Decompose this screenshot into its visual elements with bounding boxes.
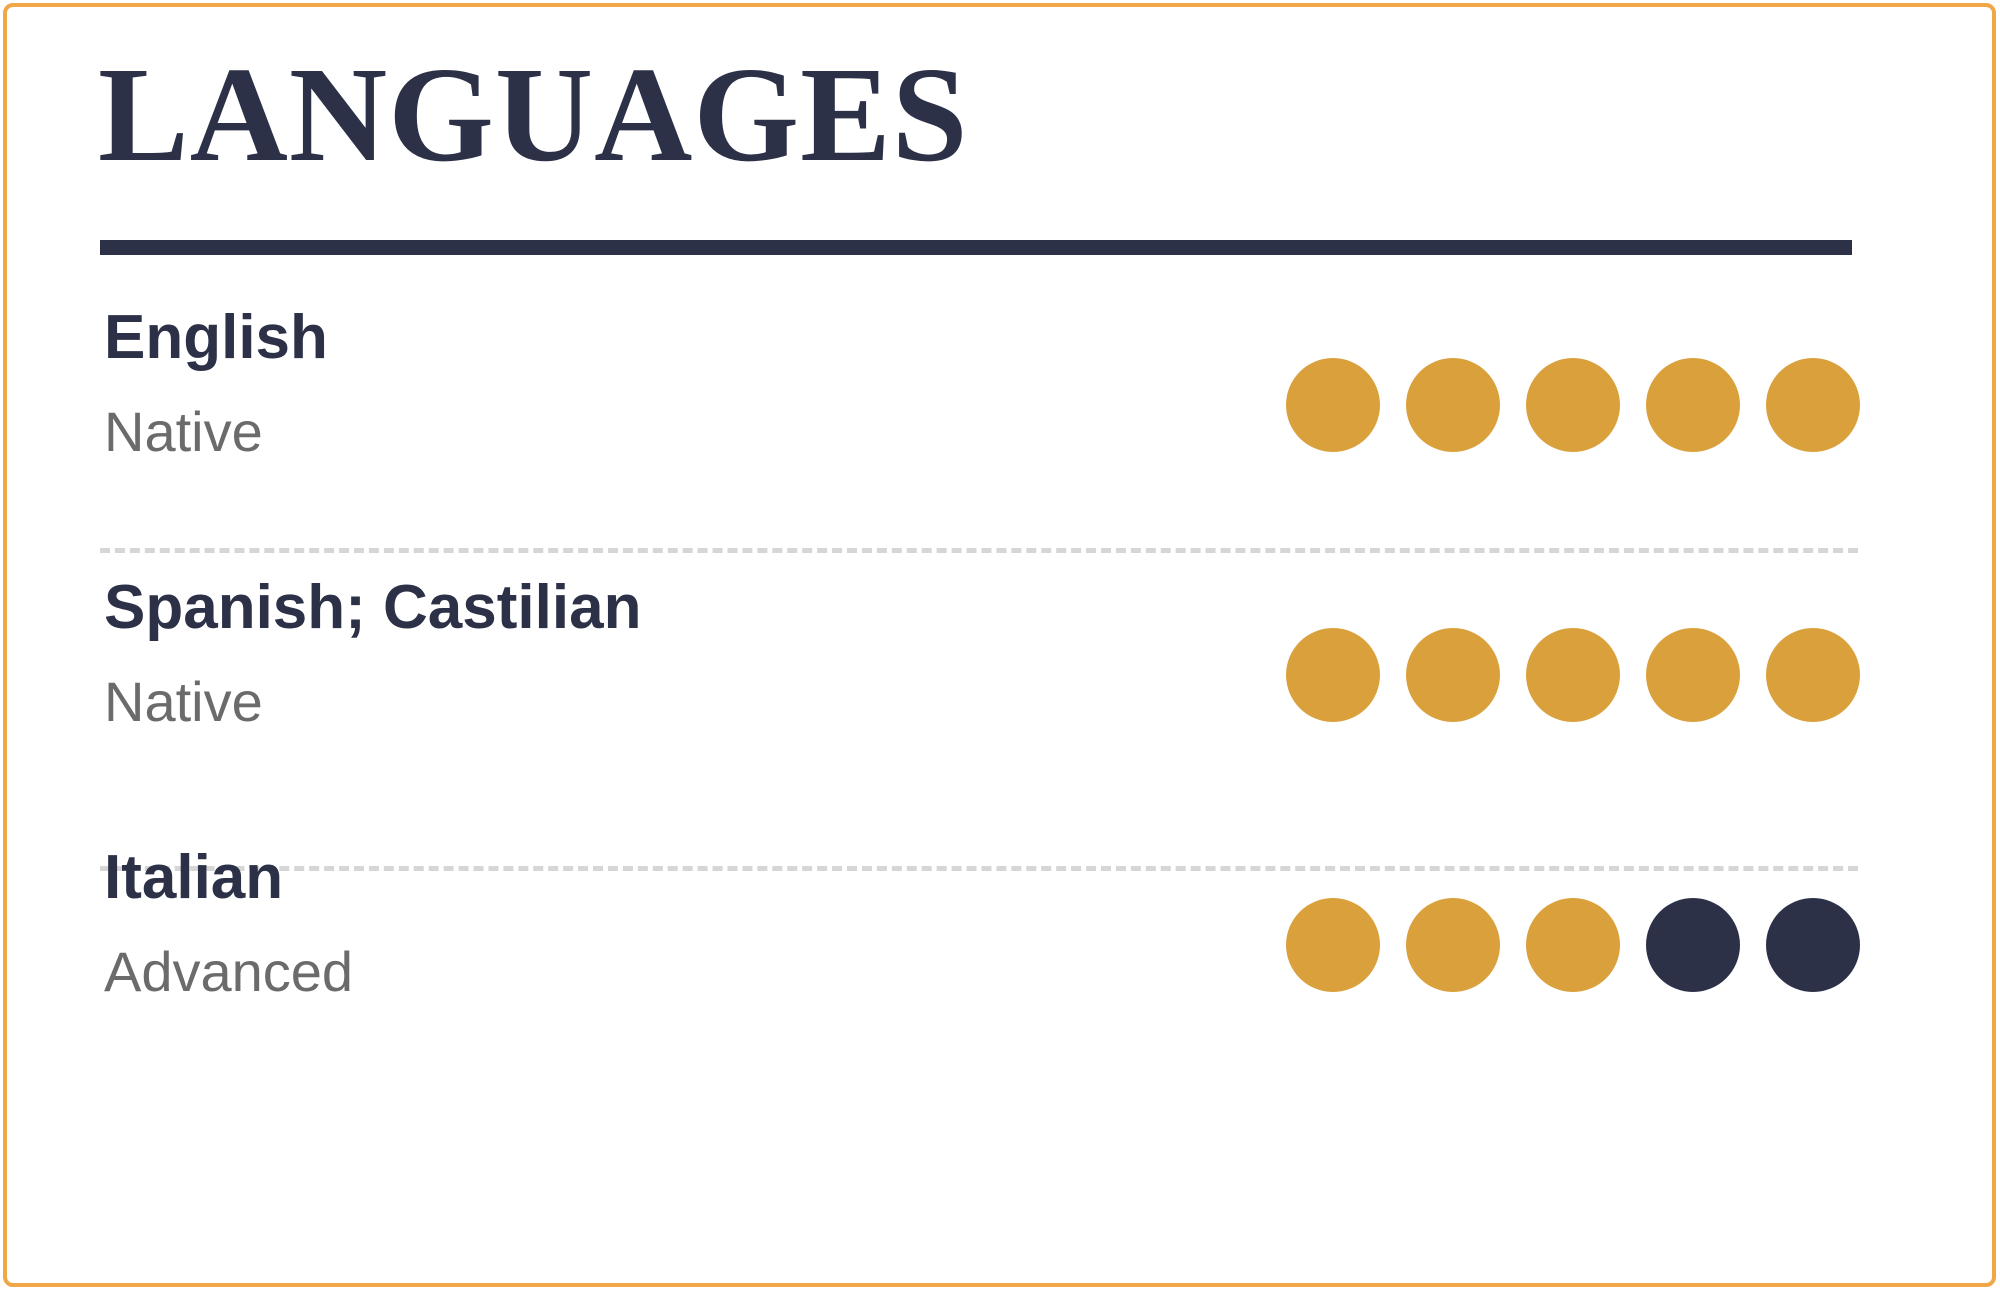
language-level: Native [104, 670, 263, 733]
language-text-block: Spanish; Castilian Native [104, 570, 1154, 738]
rating-dot [1286, 628, 1380, 722]
rating-dot [1406, 628, 1500, 722]
languages-card: LANGUAGES English Native Spanish; Castil… [0, 0, 2000, 1291]
rating-dot [1286, 898, 1380, 992]
rating-dot [1766, 898, 1860, 992]
list-item: English Native [0, 300, 2000, 570]
language-rating-dots [1286, 898, 1860, 992]
card-content: LANGUAGES English Native Spanish; Castil… [0, 0, 2000, 1291]
language-rating-dots [1286, 358, 1860, 452]
rating-dot [1646, 628, 1740, 722]
rating-dot [1286, 358, 1380, 452]
rating-dot [1406, 358, 1500, 452]
rating-dot [1526, 628, 1620, 722]
rating-dot [1646, 898, 1740, 992]
title-underline-rule [100, 240, 1852, 255]
rating-dot [1526, 898, 1620, 992]
rating-dot [1766, 358, 1860, 452]
rating-dot [1766, 628, 1860, 722]
language-level: Advanced [104, 940, 354, 1003]
language-list: English Native Spanish; Castilian Native [0, 300, 2000, 1110]
rating-dot [1646, 358, 1740, 452]
row-separator [100, 548, 1858, 553]
page-title: LANGUAGES [98, 40, 969, 190]
language-rating-dots [1286, 628, 1860, 722]
language-name: Spanish; Castilian [104, 573, 642, 642]
language-level: Native [104, 400, 263, 463]
list-item: Spanish; Castilian Native [0, 570, 2000, 840]
language-text-block: Italian Advanced [104, 840, 1154, 1008]
rating-dot [1406, 898, 1500, 992]
rating-dot [1526, 358, 1620, 452]
language-name: Italian [104, 843, 284, 912]
language-text-block: English Native [104, 300, 1154, 468]
list-item: Italian Advanced [0, 840, 2000, 1110]
language-name: English [104, 303, 328, 372]
